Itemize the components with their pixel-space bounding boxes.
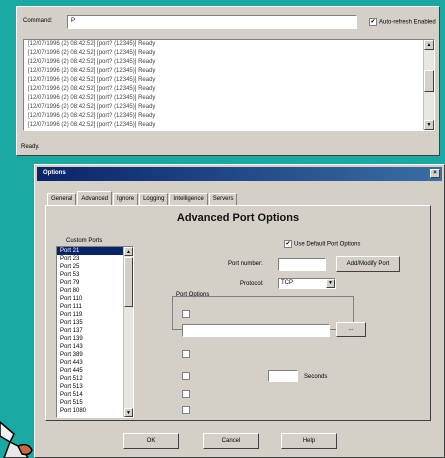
dialog-title: Options	[43, 170, 66, 176]
checkbox-icon	[182, 372, 190, 380]
list-item[interactable]: Port 514	[57, 391, 133, 399]
log-line: [12/07/1996 (2) 08:42:52] [port? (12345)…	[28, 77, 156, 83]
panel-heading: Advanced Port Options	[176, 212, 300, 224]
log-scrollbar[interactable]: ▲ ▼	[423, 40, 434, 130]
list-item[interactable]: Port 135	[57, 319, 133, 327]
advanced-tab-panel: Advanced Port Options Custom Ports Port …	[45, 205, 431, 421]
scroll-up-icon[interactable]: ▲	[424, 40, 434, 50]
use-default-label: Use Default Port Options	[294, 241, 361, 248]
list-item[interactable]: Port 119	[57, 311, 133, 319]
main-window: Command: P ✔ Auto-refresh Enabled [12/07/…	[16, 6, 440, 156]
chevron-down-icon[interactable]: ▼	[326, 279, 335, 288]
list-item[interactable]: Port 1080	[57, 407, 133, 415]
list-item[interactable]: Port 23	[57, 255, 133, 263]
command-label: Command:	[23, 18, 53, 24]
scroll-thumb[interactable]	[124, 257, 133, 307]
tab-logging[interactable]: Logging	[139, 193, 169, 205]
log-line: [12/07/1996 (2) 08:42:52] [port? (12345)…	[28, 41, 156, 47]
scroll-down-icon[interactable]: ▼	[424, 120, 434, 130]
seconds-input[interactable]	[268, 370, 298, 382]
checkbox-icon	[182, 350, 190, 358]
list-item[interactable]: Port 513	[57, 383, 133, 391]
add-modify-port-button[interactable]: Add/Modify Port	[336, 256, 400, 272]
log-line: [12/07/1996 (2) 08:42:52] [port? (12345)…	[28, 104, 156, 110]
list-item[interactable]: Port 445	[57, 367, 133, 375]
log-line: [12/07/1996 (2) 08:42:52] [port? (12345)…	[28, 59, 156, 65]
ok-button[interactable]: OK	[123, 433, 179, 449]
list-item[interactable]: Port 79	[57, 279, 133, 287]
autorefresh-checkbox[interactable]: ✔ Auto-refresh Enabled	[369, 18, 436, 26]
scroll-up-icon[interactable]: ▲	[124, 247, 133, 256]
log-list[interactable]: [12/07/1996 (2) 08:42:52] [port? (12345)…	[23, 39, 435, 131]
browse-button[interactable]: ...	[336, 322, 366, 337]
cancel-button[interactable]: Cancel	[203, 433, 259, 449]
tab-advanced[interactable]: Advanced	[77, 191, 113, 205]
list-item[interactable]: Port 139	[57, 335, 133, 343]
path-input[interactable]	[182, 324, 330, 337]
log-line: [12/07/1996 (2) 08:42:52] [port? (12345)…	[28, 113, 156, 119]
list-item[interactable]: Port 21	[57, 247, 133, 255]
tab-ignore[interactable]: Ignore	[113, 193, 139, 205]
use-default-checkbox[interactable]: ✔ Use Default Port Options	[284, 240, 360, 248]
cartoon-figure-icon	[0, 421, 33, 458]
list-item[interactable]: Port 110	[57, 295, 133, 303]
close-icon[interactable]: ×	[430, 169, 440, 178]
port-option-checkbox[interactable]	[182, 310, 192, 318]
help-button[interactable]: Help	[281, 433, 337, 449]
status-bar: Ready.	[21, 144, 40, 150]
scroll-thumb[interactable]	[424, 70, 434, 92]
tab-strip: General Advanced Ignore Logging Intellig…	[47, 191, 238, 205]
command-prefix: P	[71, 18, 76, 24]
list-item[interactable]: Port 53	[57, 271, 133, 279]
custom-ports-label: Custom Ports	[66, 238, 103, 244]
port-number-label: Port number:	[228, 261, 263, 267]
list-item[interactable]: Port 80	[57, 287, 133, 295]
protocol-select[interactable]: TCP ▼	[278, 278, 336, 289]
log-line: [12/07/1996 (2) 08:42:52] [port? (12345)…	[28, 122, 156, 128]
log-line: [12/07/1996 (2) 08:42:52] [port? (12345)…	[28, 68, 156, 74]
option-checkbox[interactable]	[182, 372, 192, 380]
port-number-input[interactable]	[278, 258, 326, 271]
list-item[interactable]: Port 443	[57, 359, 133, 367]
list-item[interactable]: Port 515	[57, 399, 133, 407]
check-icon: ✔	[284, 240, 292, 248]
option-checkbox[interactable]	[182, 390, 192, 398]
seconds-label: Seconds	[304, 374, 328, 380]
tab-intelligence[interactable]: Intelligence	[169, 193, 208, 205]
list-scrollbar[interactable]: ▲ ▼	[123, 247, 133, 417]
checkbox-icon	[182, 310, 190, 318]
list-item[interactable]: Port 389	[57, 351, 133, 359]
checkbox-icon	[182, 406, 190, 414]
option-checkbox[interactable]	[182, 350, 192, 358]
log-line: [12/07/1996 (2) 08:42:52] [port? (12345)…	[28, 86, 156, 92]
scroll-down-icon[interactable]: ▼	[124, 408, 133, 417]
log-line: [12/07/1996 (2) 08:42:52] [port? (12345)…	[28, 50, 156, 56]
options-dialog: Options × General Advanced Ignore Loggin…	[34, 164, 445, 458]
checkbox-icon	[182, 390, 190, 398]
dialog-titlebar[interactable]: Options ×	[37, 167, 442, 181]
option-checkbox[interactable]	[182, 406, 192, 414]
log-line: [12/07/1996 (2) 08:42:52] [port? (12345)…	[28, 95, 156, 101]
list-item[interactable]: Port 143	[57, 343, 133, 351]
protocol-label: Protocol:	[240, 281, 264, 287]
check-icon: ✔	[369, 18, 377, 26]
autorefresh-label: Auto-refresh Enabled	[379, 19, 436, 26]
custom-ports-list[interactable]: Port 21 Port 23 Port 25 Port 53 Port 79 …	[56, 246, 134, 418]
list-item[interactable]: Port 111	[57, 303, 133, 311]
tab-general[interactable]: General	[47, 193, 77, 205]
command-row: Command: P ✔ Auto-refresh Enabled	[23, 15, 436, 31]
list-item[interactable]: Port 25	[57, 263, 133, 271]
protocol-value: TCP	[281, 280, 293, 286]
list-item[interactable]: Port 137	[57, 327, 133, 335]
list-item[interactable]: Port 512	[57, 375, 133, 383]
tab-servers[interactable]: Servers	[208, 193, 238, 205]
command-input[interactable]: P	[67, 15, 357, 29]
